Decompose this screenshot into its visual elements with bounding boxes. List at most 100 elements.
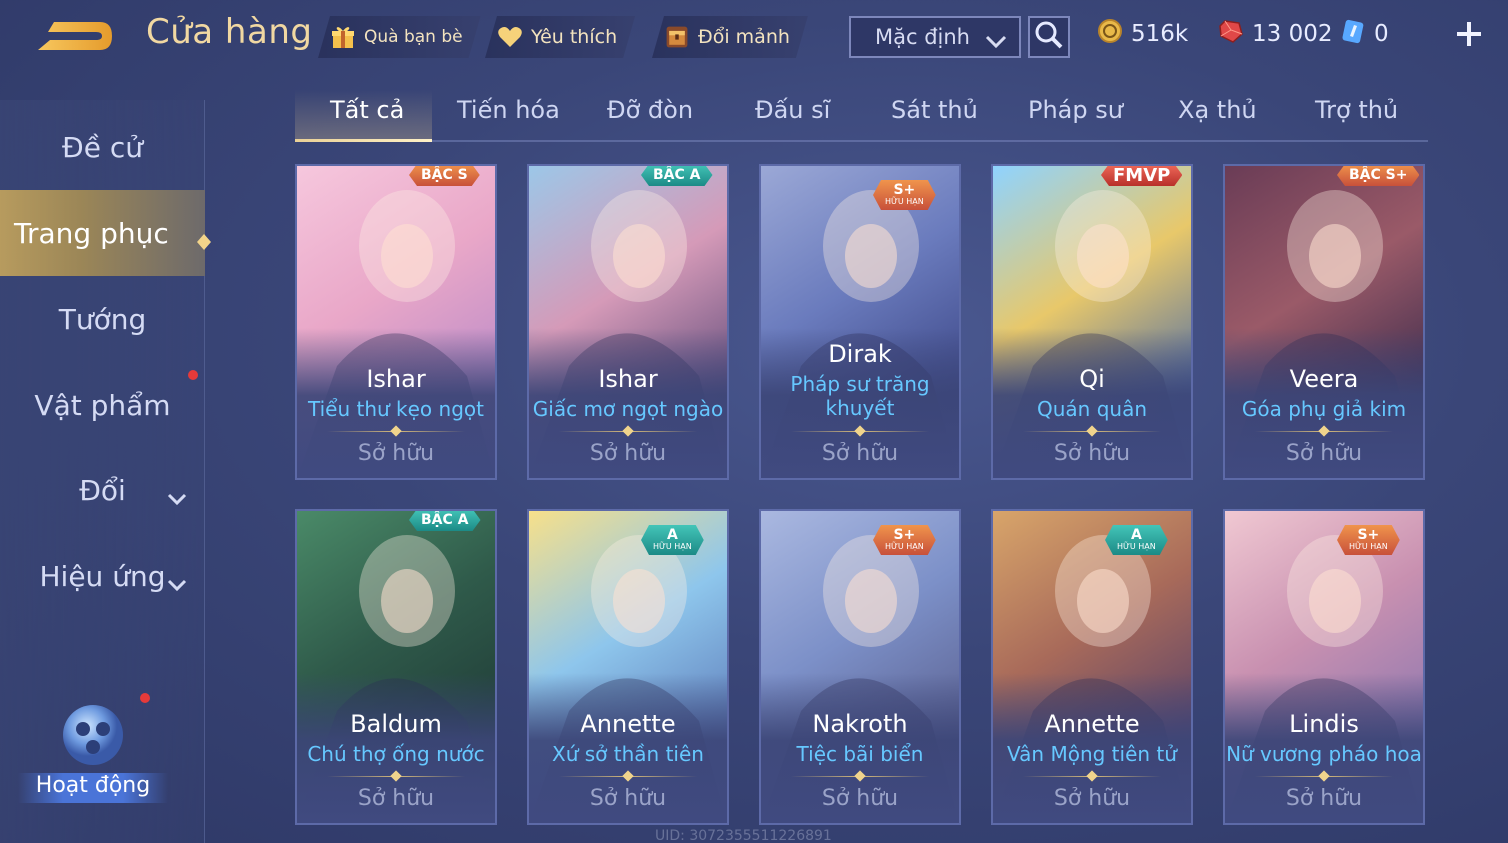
activity-label: Hoạt động	[18, 773, 168, 803]
gold-balance: 516k	[1097, 18, 1188, 50]
notification-dot	[188, 370, 198, 380]
tier-badge-label: BẬC A	[421, 512, 469, 528]
tab-fighter[interactable]: Đấu sĩ	[755, 96, 830, 124]
tier-badge: A HỮU HẠN	[641, 525, 704, 555]
ownership-status: Sở hữu	[1285, 441, 1363, 466]
tier-badge: FMVP	[1101, 164, 1182, 186]
ownership-status: Sở hữu	[589, 441, 667, 466]
limited-label: HỮU HẠN	[1349, 542, 1388, 551]
ownership-status: Sở hữu	[1053, 786, 1131, 811]
skin-name: Pháp sư trăng khuyết	[790, 372, 930, 420]
skin-card[interactable]: BẬC S+ Veera Góa phụ giả kim Sở hữu	[1223, 164, 1425, 480]
gem-amount: 13 002	[1252, 21, 1333, 47]
hero-name: Veera	[1289, 365, 1359, 393]
skin-card[interactable]: BẬC S Ishar Tiểu thư kẹo ngọt Sở hữu	[295, 164, 497, 480]
hero-name: Ishar	[366, 365, 426, 393]
search-button[interactable]	[1028, 16, 1070, 58]
sidebar-item-featured[interactable]: Đề cử	[0, 118, 205, 176]
active-marker-icon	[197, 224, 211, 257]
skin-name: Giấc mơ ngọt ngào	[532, 397, 724, 421]
skin-name: Quán quân	[1036, 397, 1147, 421]
skin-name: Tiệc bãi biển	[796, 742, 924, 766]
tier-badge-label: A	[666, 527, 678, 543]
voucher-balance: 0	[1340, 18, 1389, 50]
chest-icon	[664, 24, 690, 50]
limited-label: HỮU HẠN	[653, 542, 692, 551]
favorite-label: Yêu thích	[531, 26, 618, 48]
sidebar-item-heroes[interactable]: Tướng	[0, 290, 205, 348]
skin-name: Chú thợ ống nước	[307, 742, 485, 766]
limited-label: HỮU HẠN	[885, 197, 924, 206]
tab-all[interactable]: Tất cả	[330, 96, 404, 124]
tier-badge: S+ HỮU HẠN	[873, 180, 936, 210]
chevron-down-icon	[985, 30, 1007, 54]
tab-assassin[interactable]: Sát thủ	[891, 96, 978, 124]
skin-card[interactable]: S+ HỮU HẠN Lindis Nữ vương pháo hoa Sở hữu	[1223, 509, 1425, 825]
limited-label: HỮU HẠN	[1117, 542, 1156, 551]
hero-name: Lindis	[1289, 710, 1359, 738]
back-arrow-icon[interactable]	[30, 12, 120, 60]
ownership-status: Sở hữu	[357, 441, 435, 466]
sidebar-item-items[interactable]: Vật phẩm	[0, 376, 205, 434]
hero-name: Annette	[580, 710, 676, 738]
tier-badge: S+ HỮU HẠN	[873, 525, 936, 555]
ownership-status: Sở hữu	[821, 786, 899, 811]
tab-tank[interactable]: Đỡ đòn	[607, 96, 693, 124]
ownership-status: Sở hữu	[357, 786, 435, 811]
gold-amount: 516k	[1131, 21, 1189, 47]
tier-badge-label: S+	[893, 527, 916, 543]
activity-button[interactable]: Hoạt động	[18, 693, 168, 818]
exchange-shards-button[interactable]: Đổi mảnh	[652, 16, 808, 58]
tab-support[interactable]: Trợ thủ	[1315, 96, 1398, 124]
tier-badge: BẬC A	[409, 509, 481, 531]
chevron-down-icon	[167, 481, 187, 514]
plus-icon[interactable]	[1452, 17, 1486, 51]
top-bar: Cửa hàng Quà bạn bè Yêu thích Đổi mảnh M…	[0, 0, 1508, 75]
sidebar-item-label: Tướng	[58, 302, 147, 336]
exchange-shards-label: Đổi mảnh	[698, 26, 790, 48]
hero-name: Baldum	[350, 710, 442, 738]
tier-badge-label: FMVP	[1113, 164, 1171, 186]
gold-coin-icon	[1097, 18, 1123, 50]
tab-evolution[interactable]: Tiến hóa	[457, 96, 560, 124]
ownership-status: Sở hữu	[589, 786, 667, 811]
tier-badge: S+ HỮU HẠN	[1337, 525, 1400, 555]
page-title: Cửa hàng	[146, 12, 313, 52]
sidebar-item-label: Đổi	[79, 473, 126, 507]
skin-card[interactable]: BẬC A Ishar Giấc mơ ngọt ngào Sở hữu	[527, 164, 729, 480]
search-icon	[1034, 20, 1064, 54]
sidebar-item-effects[interactable]: Hiệu ứng	[0, 547, 205, 605]
active-tab-underline	[295, 139, 432, 142]
skin-name: Tiểu thư kẹo ngọt	[308, 397, 484, 421]
skin-card[interactable]: A HỮU HẠN Annette Xứ sở thần tiên Sở hữu	[527, 509, 729, 825]
skin-card[interactable]: FMVP Qi Quán quân Sở hữu	[991, 164, 1193, 480]
voucher-amount: 0	[1374, 21, 1389, 47]
tier-badge-label: A	[1130, 527, 1142, 543]
tab-mage[interactable]: Pháp sư	[1028, 96, 1123, 124]
skin-card[interactable]: S+ HỮU HẠN Dirak Pháp sư trăng khuyết Sở hữu	[759, 164, 961, 480]
tab-marksman[interactable]: Xạ thủ	[1178, 96, 1257, 124]
skin-card[interactable]: S+ HỮU HẠN Nakroth Tiệc bãi biển Sở hữu	[759, 509, 961, 825]
favorite-button[interactable]: Yêu thích	[485, 16, 635, 58]
hero-name: Qi	[1079, 365, 1105, 393]
ruby-icon	[1218, 18, 1244, 50]
friend-gift-label: Quà bạn bè	[364, 27, 463, 47]
voucher-icon	[1340, 18, 1366, 50]
skin-card[interactable]: A HỮU HẠN Annette Vân Mộng tiên tử Sở hữu	[991, 509, 1193, 825]
tier-badge: BẬC S+	[1337, 164, 1419, 186]
skin-card[interactable]: BẬC A Baldum Chú thợ ống nước Sở hữu	[295, 509, 497, 825]
sort-dropdown[interactable]: Mặc định	[849, 16, 1021, 58]
ownership-status: Sở hữu	[821, 441, 899, 466]
tier-badge: A HỮU HẠN	[1105, 525, 1168, 555]
user-id-watermark: UID: 3072355511226891	[655, 828, 832, 843]
sidebar-item-exchange[interactable]: Đổi	[0, 461, 205, 519]
skin-name: Xứ sở thần tiên	[552, 742, 704, 766]
tier-badge: BẬC S	[409, 164, 480, 186]
hero-name: Ishar	[598, 365, 658, 393]
friend-gift-button[interactable]: Quà bạn bè	[318, 16, 481, 58]
sidebar-item-costumes[interactable]: Trang phục	[0, 190, 211, 276]
ownership-status: Sở hữu	[1053, 441, 1131, 466]
heart-icon	[497, 24, 523, 50]
tier-badge-label: BẬC A	[653, 167, 701, 183]
ownership-status: Sở hữu	[1285, 786, 1363, 811]
